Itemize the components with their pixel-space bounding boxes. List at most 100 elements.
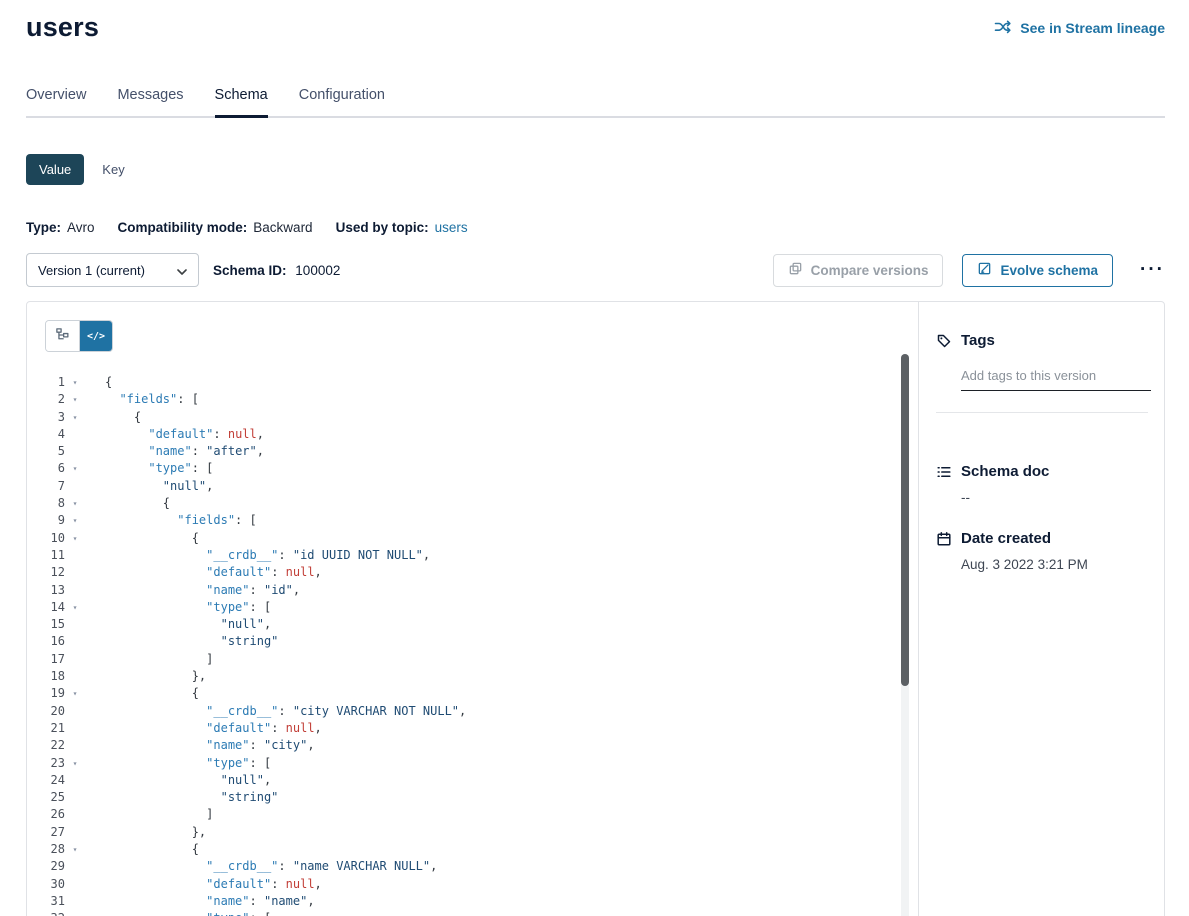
- page-title: users: [26, 12, 99, 43]
- fold-spacer: [65, 806, 85, 823]
- date-created-section-header: Date created: [936, 530, 1148, 547]
- fold-toggle-icon[interactable]: ▾: [65, 599, 85, 616]
- code-line: 30 "default": null,: [27, 876, 918, 893]
- line-number: 18: [27, 668, 65, 685]
- fold-toggle-icon[interactable]: ▾: [65, 495, 85, 512]
- code-text: "fields": [: [85, 391, 199, 408]
- schema-doc-title: Schema doc: [961, 463, 1049, 480]
- fold-spacer: [65, 616, 85, 633]
- code-line: 5 "name": "after",: [27, 443, 918, 460]
- line-number: 14: [27, 599, 65, 616]
- version-select-value: Version 1 (current): [38, 263, 145, 278]
- fold-spacer: [65, 651, 85, 668]
- line-number: 2: [27, 391, 65, 408]
- code-line: 19▾ {: [27, 685, 918, 702]
- line-number: 21: [27, 720, 65, 737]
- code-line: 18 },: [27, 668, 918, 685]
- type-label: Type:: [26, 220, 61, 235]
- fold-spacer: [65, 633, 85, 650]
- list-icon: [936, 464, 952, 480]
- line-number: 28: [27, 841, 65, 858]
- tab-overview[interactable]: Overview: [26, 87, 86, 116]
- tab-messages[interactable]: Messages: [117, 87, 183, 116]
- code-text: {: [85, 409, 141, 426]
- schema-panel: </> 1▾{2▾ "fields": [3▾ {4 "default": nu…: [26, 301, 1165, 916]
- line-number: 17: [27, 651, 65, 668]
- editor-scrollbar-track[interactable]: [901, 354, 909, 916]
- code-line: 15 "null",: [27, 616, 918, 633]
- fold-spacer: [65, 547, 85, 564]
- tree-view-button[interactable]: [46, 321, 79, 351]
- line-number: 25: [27, 789, 65, 806]
- code-line: 26 ]: [27, 806, 918, 823]
- line-number: 31: [27, 893, 65, 910]
- fold-toggle-icon[interactable]: ▾: [65, 685, 85, 702]
- code-line: 20 "__crdb__": "city VARCHAR NOT NULL",: [27, 703, 918, 720]
- edit-icon: [977, 261, 992, 279]
- schema-sidebar: Tags Schema doc --: [918, 302, 1164, 916]
- fold-toggle-icon[interactable]: ▾: [65, 841, 85, 858]
- fold-toggle-icon[interactable]: ▾: [65, 460, 85, 477]
- code-text: "null",: [85, 616, 271, 633]
- stream-lineage-link[interactable]: See in Stream lineage: [994, 20, 1165, 36]
- code-line: 31 "name": "name",: [27, 893, 918, 910]
- more-options-button[interactable]: ···: [1140, 261, 1165, 279]
- line-number: 10: [27, 530, 65, 547]
- code-line: 7 "null",: [27, 478, 918, 495]
- fold-spacer: [65, 789, 85, 806]
- compare-versions-button[interactable]: Compare versions: [773, 254, 944, 287]
- fold-toggle-icon[interactable]: ▾: [65, 391, 85, 408]
- code-line: 14▾ "type": [: [27, 599, 918, 616]
- code-text: "name": "after",: [85, 443, 264, 460]
- code-line: 4 "default": null,: [27, 426, 918, 443]
- code-text: {: [85, 841, 199, 858]
- calendar-icon: [936, 531, 952, 547]
- line-number: 1: [27, 374, 65, 391]
- fold-toggle-icon[interactable]: ▾: [65, 755, 85, 772]
- tags-title: Tags: [961, 332, 995, 349]
- tab-bar: Overview Messages Schema Configuration: [26, 87, 1165, 118]
- tab-configuration[interactable]: Configuration: [299, 87, 385, 116]
- code-line: 1▾{: [27, 374, 918, 391]
- fold-toggle-icon[interactable]: ▾: [65, 512, 85, 529]
- code-text: ]: [85, 651, 213, 668]
- fold-toggle-icon[interactable]: ▾: [65, 409, 85, 426]
- code-text: {: [85, 374, 112, 391]
- fold-spacer: [65, 668, 85, 685]
- page: users See in Stream lineage Overview Mes…: [0, 12, 1189, 916]
- evolve-schema-label: Evolve schema: [1000, 263, 1098, 278]
- code-line: 21 "default": null,: [27, 720, 918, 737]
- key-toggle-button[interactable]: Key: [96, 154, 130, 185]
- evolve-schema-button[interactable]: Evolve schema: [962, 254, 1113, 287]
- editor-scrollbar-thumb[interactable]: [901, 354, 909, 686]
- code-text: "type": [: [85, 910, 271, 916]
- version-select[interactable]: Version 1 (current): [26, 253, 199, 287]
- fold-spacer: [65, 876, 85, 893]
- line-number: 11: [27, 547, 65, 564]
- tags-input[interactable]: [961, 365, 1151, 391]
- fold-toggle-icon[interactable]: ▾: [65, 530, 85, 547]
- fold-spacer: [65, 824, 85, 841]
- line-number: 9: [27, 512, 65, 529]
- line-number: 32: [27, 910, 65, 916]
- code-text: "fields": [: [85, 512, 257, 529]
- date-created-value: Aug. 3 2022 3:21 PM: [961, 557, 1148, 572]
- fold-spacer: [65, 772, 85, 789]
- code-line: 29 "__crdb__": "name VARCHAR NULL",: [27, 858, 918, 875]
- fold-toggle-icon[interactable]: ▾: [65, 374, 85, 391]
- fold-toggle-icon[interactable]: ▾: [65, 910, 85, 916]
- tags-section-header: Tags: [936, 332, 1148, 349]
- type-value: Avro: [67, 220, 95, 235]
- code-line: 32▾ "type": [: [27, 910, 918, 916]
- code-text: "default": null,: [85, 564, 322, 581]
- line-number: 22: [27, 737, 65, 754]
- line-number: 29: [27, 858, 65, 875]
- used-by-topic-link[interactable]: users: [435, 220, 468, 235]
- code-view-button[interactable]: </>: [79, 321, 112, 351]
- tab-schema[interactable]: Schema: [215, 87, 268, 116]
- code-text: "__crdb__": "name VARCHAR NULL",: [85, 858, 437, 875]
- code-text: "string": [85, 633, 278, 650]
- code-text: "string": [85, 789, 278, 806]
- fold-spacer: [65, 426, 85, 443]
- value-toggle-button[interactable]: Value: [26, 154, 84, 185]
